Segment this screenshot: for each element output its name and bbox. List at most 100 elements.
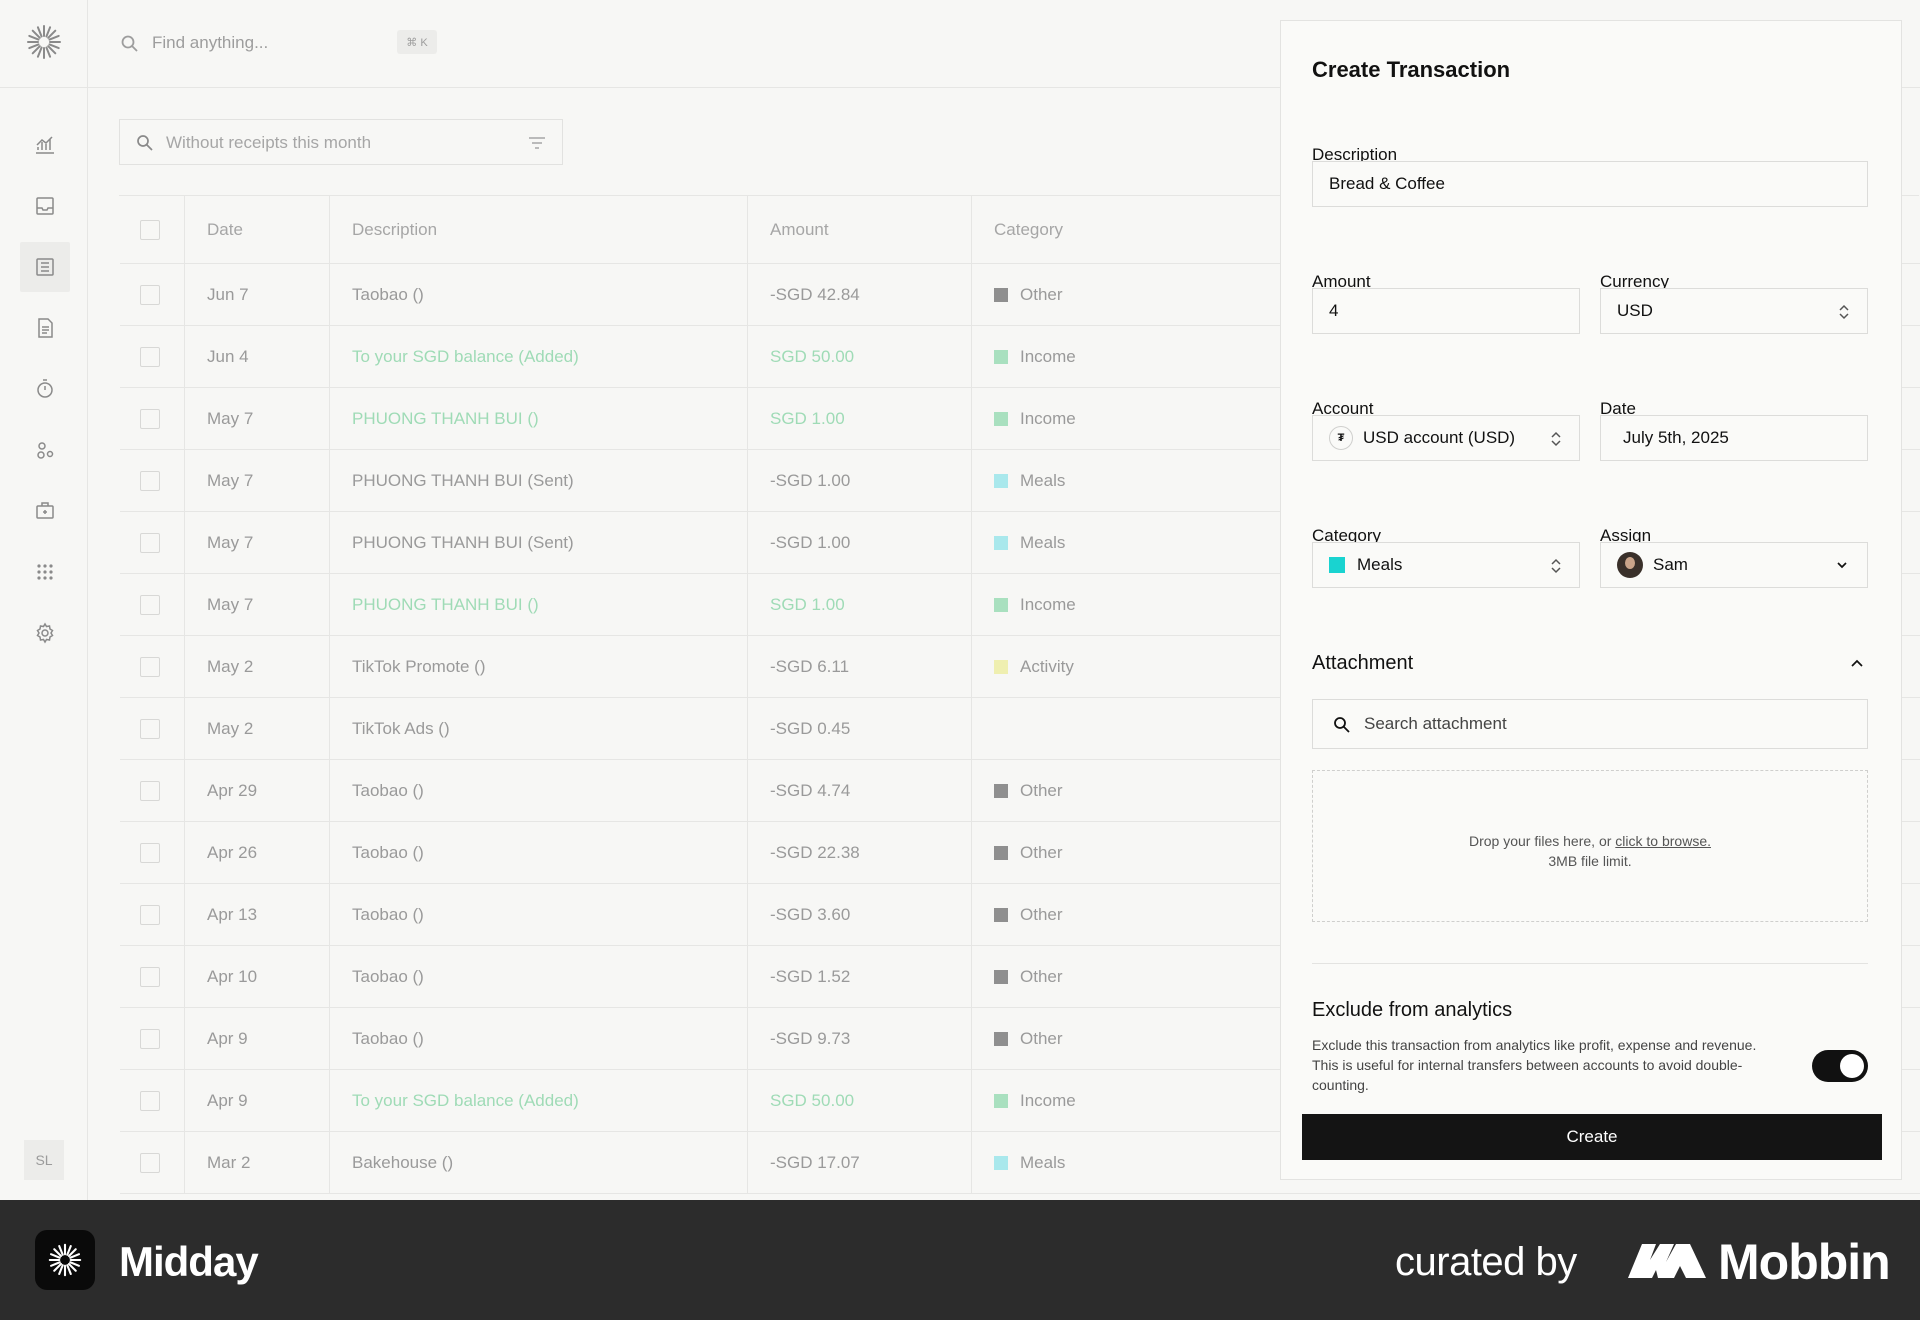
curated-by-text: curated by xyxy=(1395,1240,1577,1284)
sidebar-item-overview[interactable] xyxy=(20,120,70,170)
row-checkbox[interactable] xyxy=(140,347,160,367)
row-amount: -SGD 42.84 xyxy=(748,264,972,326)
category-label: Meals xyxy=(1020,533,1066,552)
settings-gear-icon xyxy=(36,622,54,644)
row-amount: -SGD 3.60 xyxy=(748,884,972,946)
row-description: To your SGD balance (Added) xyxy=(330,1070,748,1132)
row-description: Taobao () xyxy=(330,946,748,1008)
row-description: PHUONG THANH BUI () xyxy=(330,574,748,636)
exclude-analytics-toggle[interactable] xyxy=(1812,1050,1868,1082)
sidebar-item-settings[interactable] xyxy=(20,608,70,658)
chevron-up-down-icon xyxy=(1551,431,1561,447)
category-label: Income xyxy=(1020,595,1076,614)
row-date: May 7 xyxy=(185,574,330,636)
row-date: May 2 xyxy=(185,698,330,760)
global-search-input[interactable]: Find anything... xyxy=(152,33,268,53)
transactions-filter-input[interactable]: Without receipts this month xyxy=(119,119,563,165)
attachment-section-title[interactable]: Attachment xyxy=(1312,652,1413,675)
create-transaction-panel: Create Transaction Description Bread & C… xyxy=(1280,20,1902,1180)
account-select[interactable]: ₮ USD account (USD) xyxy=(1312,415,1580,461)
category-color-swatch xyxy=(994,474,1008,488)
row-amount: -SGD 0.45 xyxy=(748,698,972,760)
sidebar-item-tracker[interactable] xyxy=(20,364,70,414)
row-checkbox[interactable] xyxy=(140,1153,160,1173)
app-window: SL Find anything... ⌘ K Without receipts… xyxy=(0,0,1920,1200)
column-header-amount[interactable]: Amount xyxy=(748,196,972,264)
category-label: Other xyxy=(1020,967,1063,986)
date-picker[interactable]: July 5th, 2025 xyxy=(1600,415,1868,461)
row-select-cell xyxy=(120,264,185,326)
create-button[interactable]: Create xyxy=(1302,1114,1882,1160)
browse-files-link[interactable]: click to browse. xyxy=(1615,833,1711,849)
row-select-cell xyxy=(120,512,185,574)
category-color-swatch xyxy=(1329,557,1345,573)
row-amount: -SGD 6.11 xyxy=(748,636,972,698)
category-color-swatch xyxy=(994,536,1008,550)
row-description: TikTok Ads () xyxy=(330,698,748,760)
category-label: Other xyxy=(1020,285,1063,304)
row-checkbox[interactable] xyxy=(140,533,160,553)
row-amount: SGD 1.00 xyxy=(748,574,972,636)
currency-select[interactable]: USD xyxy=(1600,288,1868,334)
category-color-swatch xyxy=(994,1094,1008,1108)
filter-icon[interactable] xyxy=(528,135,546,151)
row-checkbox[interactable] xyxy=(140,595,160,615)
row-select-cell xyxy=(120,574,185,636)
row-checkbox[interactable] xyxy=(140,1091,160,1111)
row-checkbox[interactable] xyxy=(140,657,160,677)
exclude-analytics-description: Exclude this transaction from analytics … xyxy=(1312,1037,1757,1093)
sidebar-item-vault[interactable] xyxy=(20,486,70,536)
category-label: Other xyxy=(1020,1029,1063,1048)
user-avatar[interactable]: SL xyxy=(24,1140,64,1180)
sidebar-item-apps[interactable] xyxy=(20,547,70,597)
row-description: Taobao () xyxy=(330,264,748,326)
sidebar-item-customers[interactable] xyxy=(20,425,70,475)
file-dropzone[interactable]: Drop your files here, or click to browse… xyxy=(1312,770,1868,922)
tracker-timer-icon xyxy=(37,379,53,398)
category-color-swatch xyxy=(994,288,1008,302)
row-checkbox[interactable] xyxy=(140,285,160,305)
column-header-description[interactable]: Description xyxy=(330,196,748,264)
category-color-swatch xyxy=(994,350,1008,364)
midday-logo-icon[interactable] xyxy=(24,22,64,62)
chevron-up-down-icon xyxy=(1551,558,1561,574)
category-color-swatch xyxy=(994,908,1008,922)
sidebar-item-inbox[interactable] xyxy=(20,181,70,231)
category-label: Income xyxy=(1020,409,1076,428)
row-checkbox[interactable] xyxy=(140,1029,160,1049)
column-header-date[interactable]: Date xyxy=(185,196,330,264)
select-all-checkbox[interactable] xyxy=(140,220,160,240)
row-checkbox[interactable] xyxy=(140,905,160,925)
sidebar-item-invoices[interactable] xyxy=(20,303,70,353)
attachment-search-input[interactable]: Search attachment xyxy=(1312,699,1868,749)
chevron-up-icon[interactable] xyxy=(1849,657,1865,669)
mobbin-wordmark: Mobbin xyxy=(1718,1234,1891,1290)
category-label: Meals xyxy=(1020,471,1066,490)
row-checkbox[interactable] xyxy=(140,409,160,429)
row-checkbox[interactable] xyxy=(140,843,160,863)
row-description: Taobao () xyxy=(330,1008,748,1070)
dropzone-prompt: Drop your files here, or xyxy=(1469,833,1612,849)
row-checkbox[interactable] xyxy=(140,967,160,987)
sidebar-item-transactions[interactable] xyxy=(20,242,70,292)
row-date: Apr 26 xyxy=(185,822,330,884)
row-checkbox[interactable] xyxy=(140,471,160,491)
category-label: Activity xyxy=(1020,657,1074,676)
row-description: Taobao () xyxy=(330,884,748,946)
vault-icon xyxy=(36,502,54,519)
midday-app-logo-icon xyxy=(35,1230,95,1290)
category-select[interactable]: Meals xyxy=(1312,542,1580,588)
row-date: Apr 13 xyxy=(185,884,330,946)
row-amount: -SGD 9.73 xyxy=(748,1008,972,1070)
description-input[interactable]: Bread & Coffee xyxy=(1312,161,1868,207)
row-select-cell xyxy=(120,1008,185,1070)
amount-input[interactable]: 4 xyxy=(1312,288,1580,334)
assign-select[interactable]: Sam xyxy=(1600,542,1868,588)
row-checkbox[interactable] xyxy=(140,719,160,739)
category-value: Meals xyxy=(1357,555,1403,574)
search-icon xyxy=(121,35,138,52)
row-date: May 7 xyxy=(185,512,330,574)
row-amount: -SGD 4.74 xyxy=(748,760,972,822)
row-amount: -SGD 22.38 xyxy=(748,822,972,884)
row-checkbox[interactable] xyxy=(140,781,160,801)
